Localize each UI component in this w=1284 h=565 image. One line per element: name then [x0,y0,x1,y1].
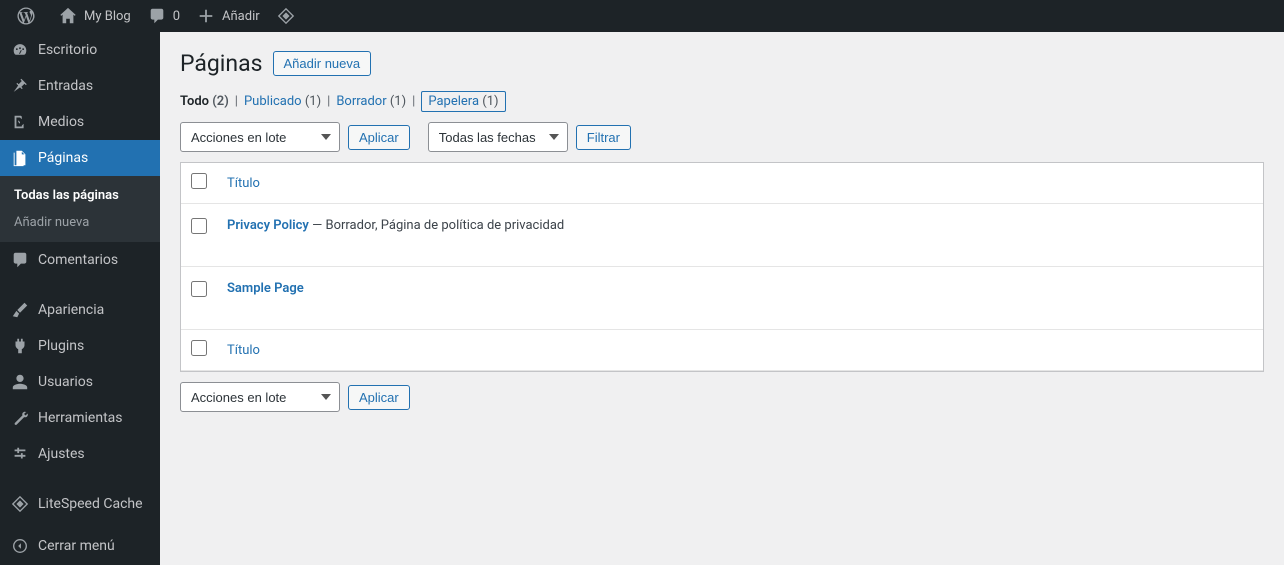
diamond-icon [276,6,296,26]
menu-label: Medios [38,114,84,130]
comment-icon [147,6,167,26]
page-title-link[interactable]: Sample Page [227,281,304,296]
main-content: Páginas Añadir nueva Todo (2) | Publicad… [160,32,1284,432]
filter-trash[interactable]: Papelera (1) [421,91,505,112]
bulk-action-select-top[interactable]: Acciones en lote [180,122,340,152]
menu-pages[interactable]: Páginas [0,140,160,176]
media-icon [10,112,30,132]
status-filters: Todo (2) | Publicado (1) | Borrador (1) … [180,91,1264,112]
page-header: Páginas Añadir nueva [180,32,1264,87]
new-content-label: Añadir [222,9,260,24]
menu-label: Páginas [38,150,88,166]
menu-appearance[interactable]: Apariencia [0,292,160,328]
select-all-checkbox-top[interactable] [191,173,207,189]
menu-label: Escritorio [38,42,97,58]
collapse-icon [10,536,30,556]
column-title-footer[interactable]: Título [217,330,1263,371]
menu-label: Apariencia [38,302,104,318]
filter-published[interactable]: Publicado (1) [244,94,321,109]
table-row: Privacy Policy — Borrador, Página de pol… [181,204,1263,267]
filter-button[interactable]: Filtrar [576,125,631,150]
wordpress-icon [16,6,36,26]
litespeed-toolbar-icon[interactable] [268,0,310,32]
bulk-action-select-bottom[interactable]: Acciones en lote [180,382,340,412]
menu-label: Ajustes [38,446,85,462]
menu-label: LiteSpeed Cache [38,496,143,512]
site-name-link[interactable]: My Blog [50,0,139,32]
apply-button-bottom[interactable]: Aplicar [348,385,410,410]
plus-icon [196,6,216,26]
menu-label: Comentarios [38,252,118,268]
submenu-add-page[interactable]: Añadir nueva [0,209,160,236]
user-icon [10,372,30,392]
select-all-header [181,163,217,204]
menu-settings[interactable]: Ajustes [0,436,160,472]
plug-icon [10,336,30,356]
wrench-icon [10,408,30,428]
column-title-header[interactable]: Título [217,163,1263,204]
menu-posts[interactable]: Entradas [0,68,160,104]
page-title-link[interactable]: Privacy Policy [227,218,309,233]
select-all-checkbox-bottom[interactable] [191,340,207,356]
home-icon [58,6,78,26]
filter-draft[interactable]: Borrador (1) [336,94,406,109]
row-checkbox[interactable] [191,218,207,234]
pin-icon [10,76,30,96]
tablenav-bottom: Acciones en lote Aplicar [180,382,1264,412]
filter-all[interactable]: Todo (2) [180,94,229,109]
menu-label: Herramientas [38,410,123,426]
admin-toolbar: My Blog 0 Añadir [0,0,1284,32]
menu-label: Entradas [38,78,93,94]
tablenav-top: Acciones en lote Aplicar Todas las fecha… [180,122,1264,152]
table-row: Sample Page [181,267,1263,330]
settings-icon [10,444,30,464]
date-filter-select[interactable]: Todas las fechas [428,122,568,152]
dashboard-icon [10,40,30,60]
row-checkbox[interactable] [191,281,207,297]
pages-table: Título Privacy Policy — Borrador, Página… [180,162,1264,372]
apply-button-top[interactable]: Aplicar [348,125,410,150]
admin-sidebar: Escritorio Entradas Medios Páginas Todas… [0,32,160,565]
menu-litespeed[interactable]: LiteSpeed Cache [0,486,160,522]
menu-media[interactable]: Medios [0,104,160,140]
select-all-footer [181,330,217,371]
menu-label: Plugins [38,338,84,354]
site-name-label: My Blog [84,9,131,24]
post-state: — Borrador, Página de política de privac… [309,218,564,233]
collapse-label: Cerrar menú [38,538,115,554]
page-icon [10,148,30,168]
menu-label: Usuarios [38,374,93,390]
comments-count: 0 [173,9,180,24]
add-new-button[interactable]: Añadir nueva [273,51,372,76]
pages-submenu: Todas las páginas Añadir nueva [0,176,160,242]
collapse-menu[interactable]: Cerrar menú [0,528,160,564]
new-content-link[interactable]: Añadir [188,0,268,32]
menu-plugins[interactable]: Plugins [0,328,160,364]
comments-link[interactable]: 0 [139,0,188,32]
brush-icon [10,300,30,320]
submenu-all-pages[interactable]: Todas las páginas [0,182,160,209]
comment-icon [10,250,30,270]
page-title: Páginas [180,50,263,77]
menu-tools[interactable]: Herramientas [0,400,160,436]
menu-comments[interactable]: Comentarios [0,242,160,278]
wp-logo-menu[interactable] [8,0,50,32]
menu-dashboard[interactable]: Escritorio [0,32,160,68]
diamond-icon [10,494,30,514]
menu-users[interactable]: Usuarios [0,364,160,400]
